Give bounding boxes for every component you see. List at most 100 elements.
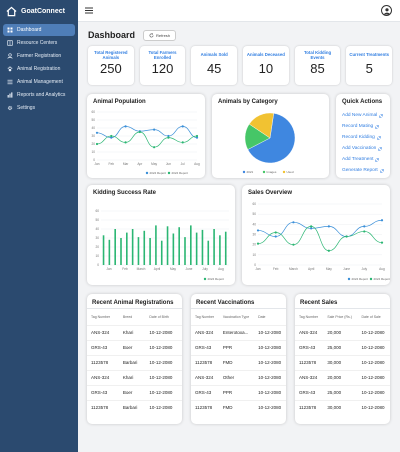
bar (155, 225, 157, 265)
y-tick-label: 30 (95, 236, 99, 240)
table-row[interactable]: ANS-324 Enterotoxa... 10-12-2080 (191, 324, 286, 340)
stat-value: 10 (258, 61, 274, 76)
y-tick-label: 50 (95, 218, 99, 222)
table-title: Recent Sales (300, 300, 338, 306)
table-row[interactable]: ANS-324 20,000 10-12-2080 (295, 369, 390, 385)
data-point (292, 221, 295, 224)
sidebar-item-settings[interactable]: Settings (3, 102, 75, 114)
cell-date: 10-12-2080 (145, 369, 182, 385)
legend-swatch (262, 170, 266, 174)
column-header: Tag Number (91, 314, 111, 319)
menu-toggle-icon[interactable] (85, 7, 93, 14)
sidebar-item-dashboard[interactable]: Dashboard (3, 24, 75, 36)
quick-action-add-treatment[interactable]: Add Treatment (342, 154, 384, 165)
table-row[interactable]: GRS-43 25,000 10-12-2080 (295, 339, 390, 355)
x-tick-label: June (186, 267, 193, 271)
table-row[interactable]: GRS-43 25,000 10-12-2080 (295, 384, 390, 400)
table-row[interactable]: 1123578 FMD 10-12-2080 (191, 354, 286, 370)
bar (120, 238, 122, 265)
cell-tag: 1123578 (191, 399, 219, 415)
table-row[interactable]: GRS-43 Boer 10-12-2080 (87, 339, 182, 355)
sidebar: GoatConnect Dashboard Resource Centers F… (0, 0, 78, 452)
data-point (181, 125, 184, 128)
sidebar-item-farmer-registration[interactable]: Farmer Registration (3, 50, 75, 62)
stat-label: Animals Sold (200, 52, 228, 57)
data-point (95, 142, 99, 146)
cell-date: 10-12-2080 (357, 399, 390, 415)
data-point (181, 141, 184, 144)
animal-population-chart: 0102030405060Jan Feb Mar Apr May Jun Jul Aug202… (91, 110, 200, 175)
table-row[interactable]: GRS-43 PPR 10-12-2080 (191, 384, 286, 400)
y-tick-label: 60 (91, 110, 95, 114)
cell-price: 20,000 (323, 324, 358, 340)
title-row: Dashboard Refresh (88, 29, 392, 41)
cell-date: 10-12-2080 (254, 369, 286, 385)
table-row[interactable]: ANS-324 Khari 10-12-2080 (87, 369, 182, 385)
x-tick-label: Feb (109, 162, 115, 166)
table-row[interactable]: 1123578 Barbari 10-12-2080 (87, 354, 182, 370)
table-row[interactable]: 1123578 30,000 10-12-2080 (295, 354, 390, 370)
x-tick-label: Mar (123, 162, 129, 166)
y-tick-label: 40 (91, 126, 95, 130)
data-point (167, 136, 170, 139)
stat-value: 250 (99, 61, 122, 76)
x-tick-label: March (289, 267, 298, 271)
cell-date: 10-12-2080 (254, 384, 286, 400)
bar (207, 240, 210, 265)
quick-action-generate-report[interactable]: Generate Report (342, 165, 384, 176)
table-row[interactable]: 1123578 30,000 10-12-2080 (295, 399, 390, 415)
external-link-icon (378, 146, 383, 151)
refresh-icon (149, 32, 154, 37)
cell-date: 10-12-2080 (145, 354, 182, 370)
sidebar-item-animal-management[interactable]: Animal Management (3, 76, 75, 88)
table-row[interactable]: ANS-324 Other 10-12-2080 (191, 369, 286, 385)
stats-row: Total Registered Animals 250 Total Farmer… (88, 46, 393, 85)
y-tick-label: 20 (252, 243, 256, 247)
quick-action-record-kidding[interactable]: Record Kidding (342, 132, 384, 143)
stat-label: Animals Deceased (246, 52, 285, 57)
data-point (363, 225, 366, 228)
series-line (96, 131, 198, 148)
cell-date: 10-12-2080 (145, 324, 182, 340)
data-point (380, 219, 384, 222)
external-link-icon (375, 157, 380, 162)
avatar[interactable] (381, 5, 392, 16)
quick-action-add-animal[interactable]: Add New Animal (342, 110, 384, 121)
quick-action-record-mating[interactable]: Record Mating (342, 121, 384, 132)
refresh-button[interactable]: Refresh (143, 29, 177, 41)
table-row[interactable]: ANS-324 Khari 10-12-2080 (87, 324, 182, 340)
column-header: Tag Number (299, 314, 319, 319)
bar (172, 233, 175, 265)
table-row[interactable]: ANS-324 20,000 10-12-2080 (295, 324, 390, 340)
cell-breed: Boer (118, 339, 146, 355)
table-row[interactable]: GRS-43 PPR 10-12-2080 (191, 339, 286, 355)
brand[interactable]: GoatConnect (0, 0, 78, 20)
y-tick-label: 10 (252, 253, 256, 257)
data-point (363, 230, 366, 233)
cell-tag: GRS-43 (87, 384, 119, 400)
cell-tag: ANS-324 (87, 324, 119, 340)
x-tick-label: May (170, 267, 176, 271)
vaccinations-table: Tag Number Vaccination Type Date ANS-324 En… (191, 309, 286, 415)
data-point (124, 141, 127, 144)
cell-type: PPR (218, 339, 255, 355)
cell-tag: ANS-324 (191, 369, 219, 385)
sidebar-item-reports-analytics[interactable]: Reports and Analytics (3, 89, 75, 101)
x-tick-label: Feb (122, 267, 128, 271)
cell-type: Other (218, 369, 255, 385)
legend-label: 2024 Report (150, 171, 167, 175)
sidebar-item-label: Settings (17, 105, 36, 111)
table-title: Recent Animal Registrations (92, 300, 174, 306)
data-point (138, 130, 141, 134)
sidebar-item-resource-centers[interactable]: Resource Centers (3, 37, 75, 49)
cell-tag: GRS-43 (295, 339, 324, 355)
recent-sales-card: Recent Sales Tag Number Sale Price (Rs.) D… (295, 294, 390, 424)
y-tick-label: 30 (91, 134, 95, 138)
table-row[interactable]: 1123578 Barbari 10-12-2080 (87, 399, 182, 415)
table-row[interactable]: GRS-43 Boer 10-12-2080 (87, 384, 182, 400)
table-row[interactable]: 1123578 FMD 10-12-2080 (191, 399, 286, 415)
quick-action-add-vaccination[interactable]: Add Vaccination (342, 143, 384, 154)
stat-value: 120 (151, 61, 174, 76)
sidebar-item-animal-registration[interactable]: Animal Registration (3, 63, 75, 75)
stat-label: Total Farmers Enrolled (148, 49, 177, 60)
